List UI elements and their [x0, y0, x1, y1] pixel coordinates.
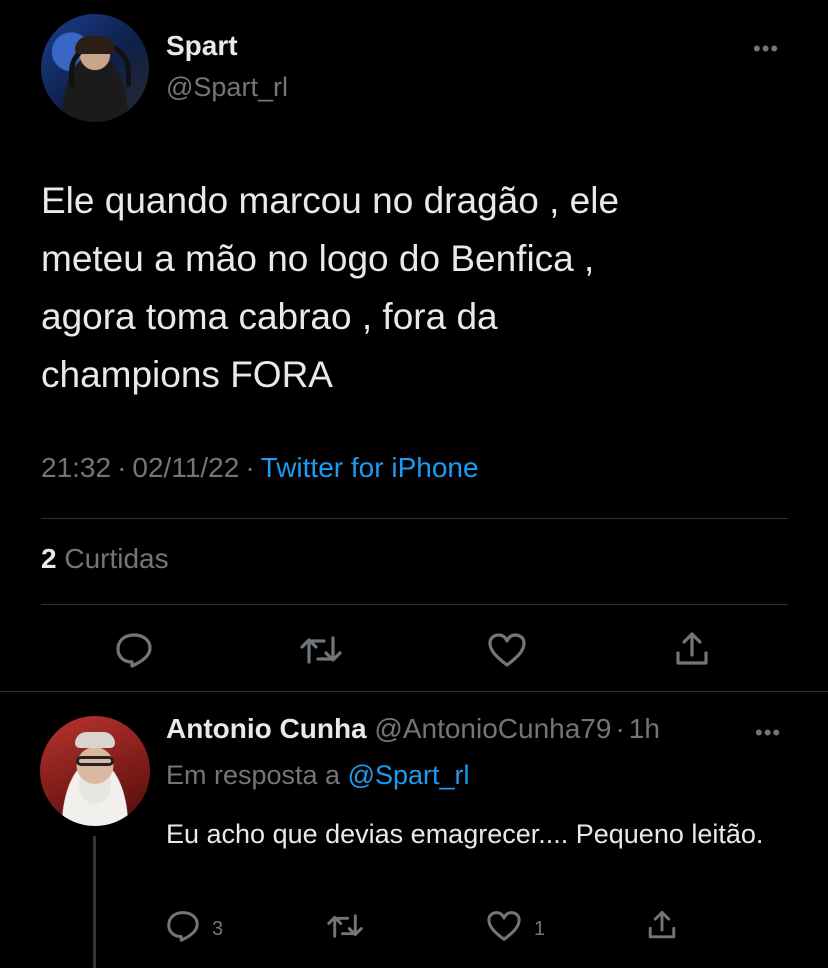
in-reply-handle-link[interactable]: @Spart_rl	[348, 760, 470, 790]
likes-stat[interactable]: 2 Curtidas	[41, 543, 169, 575]
tweet-text: Ele quando marcou no dragão , ele meteu …	[41, 180, 620, 395]
share-icon[interactable]	[646, 908, 678, 948]
tweet-time: 21:32	[41, 452, 112, 483]
in-reply-to: Em resposta a @Spart_rl	[166, 760, 470, 791]
author-handle[interactable]: @Spart_rl	[166, 72, 288, 103]
reply-author-name[interactable]: Antonio Cunha	[166, 713, 367, 744]
retweet-icon[interactable]	[300, 632, 342, 668]
thread-line	[93, 836, 96, 968]
tweet-meta: 21:32 · 02/11/22 · Twitter for iPhone	[41, 452, 479, 484]
reply-author-avatar[interactable]	[40, 716, 150, 826]
like-heart-icon[interactable]	[486, 910, 522, 948]
glasses-shape	[76, 756, 114, 766]
reply-header: Antonio Cunha @AntonioCunha79 · 1h	[166, 713, 660, 745]
share-action[interactable]	[646, 908, 678, 948]
hair-shape	[75, 732, 115, 748]
divider	[41, 604, 788, 605]
reply-icon[interactable]	[115, 632, 153, 668]
more-dots-icon[interactable]: •••	[755, 722, 781, 744]
in-reply-prefix: Em resposta a	[166, 760, 341, 790]
retweet-icon[interactable]	[327, 910, 363, 948]
like-heart-icon[interactable]	[487, 632, 527, 668]
tweet-date[interactable]: 02/11/22	[132, 452, 239, 483]
reply-time[interactable]: 1h	[629, 713, 660, 744]
divider	[41, 518, 788, 519]
hair-shape	[75, 36, 115, 54]
reply-icon[interactable]	[166, 910, 200, 948]
meta-separator: ·	[245, 452, 255, 483]
tweet-source-link[interactable]: Twitter for iPhone	[261, 452, 479, 483]
reply-author-handle[interactable]: @AntonioCunha79	[374, 713, 611, 744]
author-avatar[interactable]	[41, 14, 149, 122]
share-icon[interactable]	[673, 630, 711, 668]
reply-text: Eu acho que devias emagrecer.... Pequeno…	[166, 819, 764, 849]
more-dots-icon[interactable]: •••	[753, 38, 779, 60]
divider	[0, 691, 828, 692]
reply-count: 3	[212, 917, 224, 940]
like-action[interactable]: 1	[486, 910, 545, 948]
likes-count: 2	[41, 543, 57, 574]
reply-action[interactable]: 3	[166, 910, 223, 948]
like-count: 1	[534, 917, 546, 940]
meta-separator: ·	[117, 452, 127, 483]
author-name[interactable]: Spart	[166, 30, 238, 62]
likes-label: Curtidas	[64, 543, 169, 574]
retweet-action[interactable]	[327, 910, 363, 948]
meta-separator: ·	[615, 713, 625, 744]
